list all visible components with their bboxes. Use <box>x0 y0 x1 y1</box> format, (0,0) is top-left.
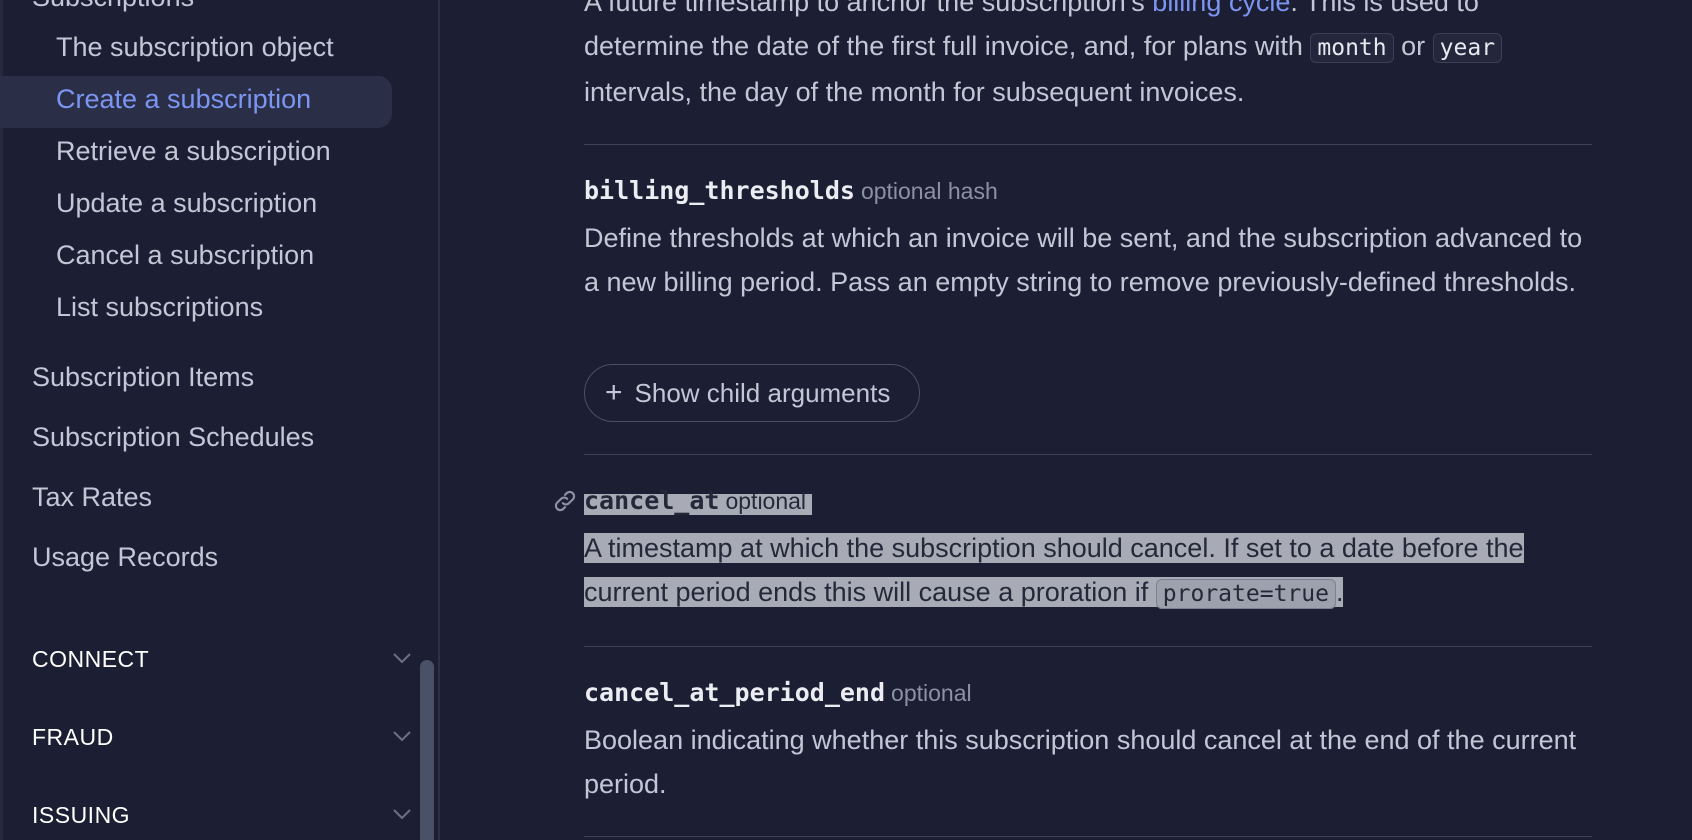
sidebar-nav: Subscriptions The subscription object Cr… <box>0 0 440 840</box>
sidebar-category-fraud[interactable]: FRAUD <box>32 724 114 751</box>
sidebar-item-subscription-items[interactable]: Subscription Items <box>32 362 254 393</box>
sidebar-item-usage-records[interactable]: Usage Records <box>32 542 218 573</box>
divider <box>584 646 1592 647</box>
description-text: or <box>1393 31 1433 61</box>
sidebar-item-subscription-schedules[interactable]: Subscription Schedules <box>32 422 314 453</box>
param-type: optional hash <box>860 178 998 204</box>
param-cancel-at-period-end-header: cancel_at_period_end optional <box>584 678 972 707</box>
description-text: A future timestamp to anchor the subscri… <box>584 0 1153 17</box>
billing-cycle-anchor-description: A future timestamp to anchor the subscri… <box>584 0 1594 114</box>
param-billing-thresholds-header: billing_thresholds optional hash <box>584 176 998 205</box>
param-cancel-at-description: A timestamp at which the subscription sh… <box>584 526 1594 616</box>
sidebar-item-create-subscription[interactable]: Create a subscription <box>56 84 311 115</box>
sidebar-item-tax-rates[interactable]: Tax Rates <box>32 482 152 513</box>
chevron-down-icon[interactable] <box>392 808 412 820</box>
param-cancel-at-header: cancel_at optional <box>584 486 813 515</box>
code-prorate-true: prorate=true <box>1155 579 1336 609</box>
param-type: optional <box>891 680 972 706</box>
divider <box>584 836 1592 837</box>
param-billing-thresholds-description: Define thresholds at which an invoice wi… <box>584 223 1583 297</box>
sidebar-group-title[interactable]: Subscriptions <box>32 0 194 13</box>
link-icon[interactable] <box>552 488 578 514</box>
show-child-arguments-button[interactable]: + Show child arguments <box>584 364 920 422</box>
chevron-down-icon[interactable] <box>392 652 412 664</box>
api-reference-content: A future timestamp to anchor the subscri… <box>440 0 1692 840</box>
show-child-arguments-label: Show child arguments <box>634 377 891 408</box>
description-text: intervals, the day of the month for subs… <box>584 77 1245 107</box>
sidebar-item-update-subscription[interactable]: Update a subscription <box>56 188 317 219</box>
code-year: year <box>1432 33 1503 63</box>
param-name: cancel_at_period_end <box>584 678 886 707</box>
description-text: A timestamp at which the subscription sh… <box>584 533 1524 607</box>
param-cancel-at-period-end-description: Boolean indicating whether this subscrip… <box>584 725 1577 799</box>
plus-icon: + <box>605 376 623 409</box>
chevron-down-icon[interactable] <box>392 730 412 742</box>
description-text: . <box>1335 577 1344 607</box>
param-name: cancel_at <box>584 486 720 515</box>
sidebar-scrollbar[interactable] <box>420 660 434 840</box>
sidebar-category-issuing[interactable]: ISSUING <box>32 802 130 829</box>
sidebar-item-cancel-subscription[interactable]: Cancel a subscription <box>56 240 314 271</box>
code-month: month <box>1310 33 1394 63</box>
sidebar-item-subscription-object[interactable]: The subscription object <box>56 32 334 63</box>
param-name: billing_thresholds <box>584 176 855 205</box>
sidebar-category-connect[interactable]: CONNECT <box>32 646 149 673</box>
sidebar-item-retrieve-subscription[interactable]: Retrieve a subscription <box>56 136 331 167</box>
billing-cycle-link[interactable]: billing cycle <box>1152 0 1290 17</box>
param-type: optional <box>725 488 807 514</box>
sidebar-item-list-subscriptions[interactable]: List subscriptions <box>56 292 263 323</box>
divider <box>584 454 1592 455</box>
divider <box>584 144 1592 145</box>
